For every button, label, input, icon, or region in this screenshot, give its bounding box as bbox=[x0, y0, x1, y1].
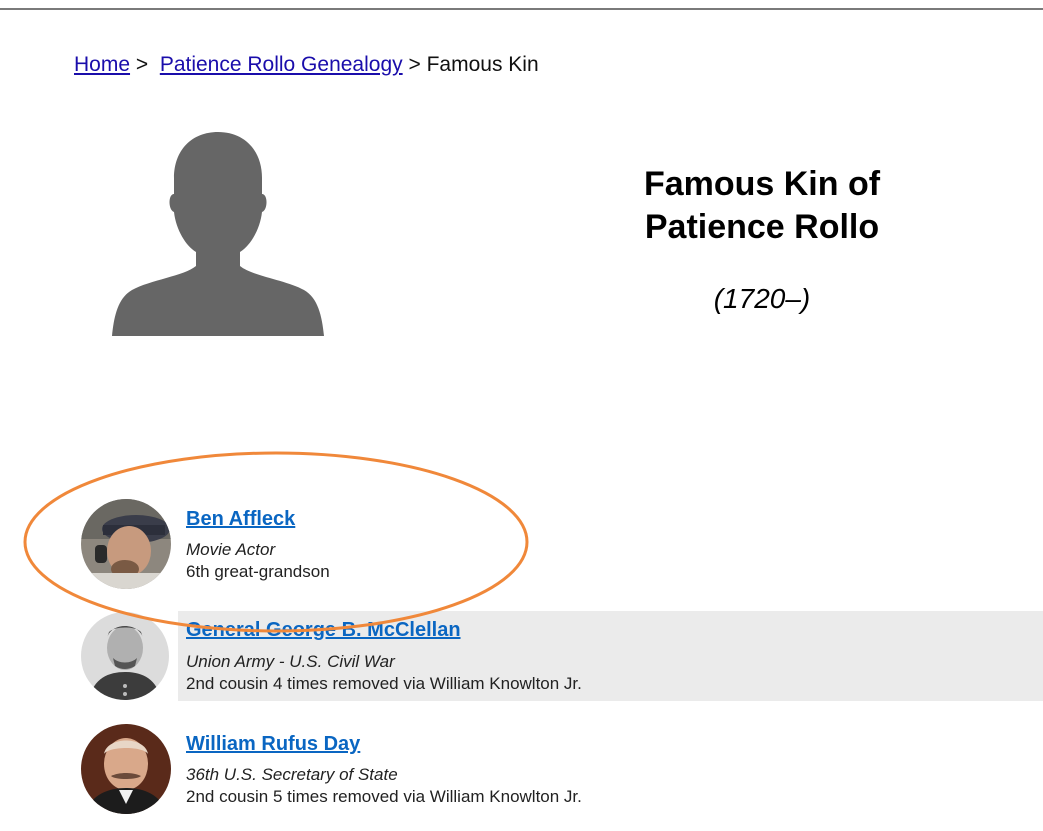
kin-name-link[interactable]: William Rufus Day bbox=[186, 733, 360, 756]
mcclellan-portrait-icon bbox=[81, 612, 169, 700]
kin-name-link[interactable]: Ben Affleck bbox=[186, 508, 295, 531]
kin-role: Union Army - U.S. Civil War bbox=[186, 652, 395, 671]
william-rufus-day-portrait-icon bbox=[81, 724, 171, 814]
kin-item-mcclellan: General George B. McClellan Union Army -… bbox=[0, 611, 1043, 701]
mcclellan-avatar[interactable] bbox=[81, 612, 169, 700]
kin-relation: 6th great-grandson bbox=[186, 562, 330, 581]
famous-kin-list: Ben Affleck Movie Actor 6th great-grands… bbox=[0, 0, 1043, 831]
william-rufus-day-avatar[interactable] bbox=[81, 724, 171, 814]
ben-affleck-photo-icon bbox=[81, 499, 171, 589]
kin-role: Movie Actor bbox=[186, 540, 276, 559]
kin-name-link[interactable]: General George B. McClellan bbox=[186, 619, 461, 642]
kin-relation: 2nd cousin 4 times removed via William K… bbox=[186, 674, 582, 693]
kin-role: 36th U.S. Secretary of State bbox=[186, 765, 398, 784]
kin-item-ben-affleck: Ben Affleck Movie Actor 6th great-grands… bbox=[0, 499, 1043, 589]
ben-affleck-avatar[interactable] bbox=[81, 499, 171, 589]
kin-relation: 2nd cousin 5 times removed via William K… bbox=[186, 787, 582, 806]
kin-item-william-rufus-day: William Rufus Day 36th U.S. Secretary of… bbox=[0, 724, 1043, 814]
